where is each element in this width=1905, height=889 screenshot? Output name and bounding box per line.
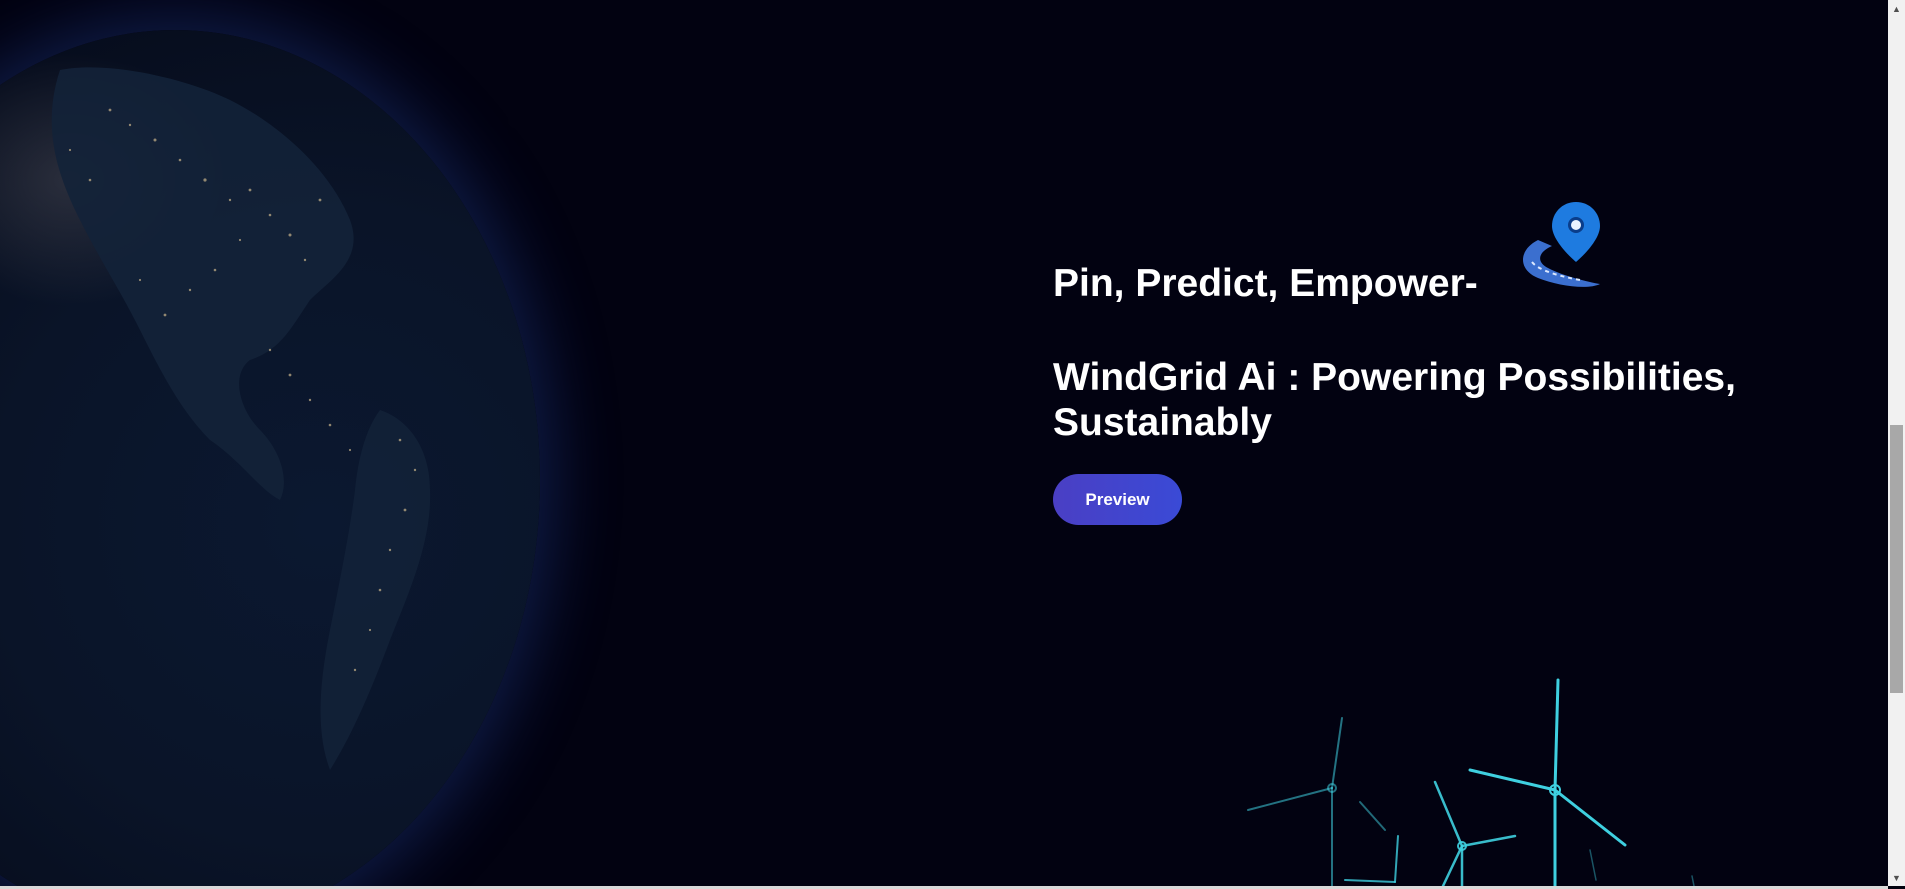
map-pin-road-icon [1518, 200, 1604, 296]
chevron-up-icon[interactable]: ▲ [1888, 0, 1905, 17]
page: Pin, Predict, Empower- WindGrid Ai : Pow… [0, 0, 1905, 889]
earth-globe-image [0, 30, 540, 886]
wind-turbines-image [1230, 670, 1710, 886]
vertical-scrollbar[interactable]: ▲ ▼ [1888, 0, 1905, 886]
scrollbar-thumb[interactable] [1890, 425, 1903, 693]
chevron-down-icon[interactable]: ▼ [1888, 869, 1905, 886]
hero-headline: WindGrid Ai : Powering Possibilities, Su… [1053, 356, 1736, 444]
preview-button[interactable]: Preview [1053, 474, 1182, 525]
continents-graphic [51, 67, 431, 770]
hero-tagline: Pin, Predict, Empower- [1053, 262, 1478, 305]
earth-globe [0, 30, 540, 886]
hero-section: Pin, Predict, Empower- WindGrid Ai : Pow… [0, 0, 1888, 886]
